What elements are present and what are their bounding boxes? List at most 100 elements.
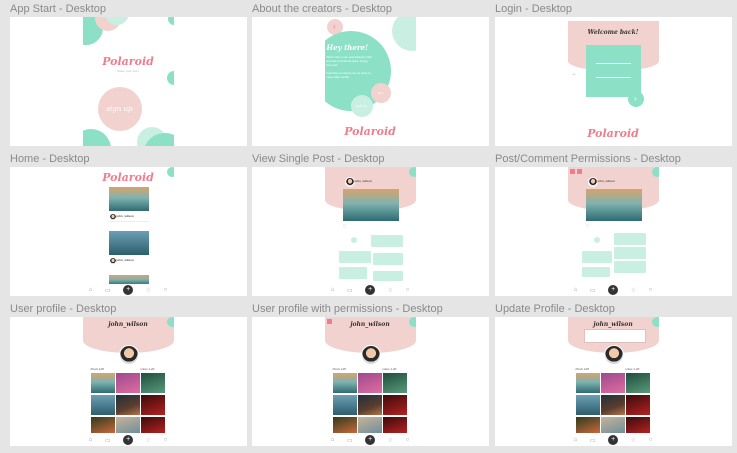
grid-photo[interactable]: [332, 395, 357, 415]
grid-photo[interactable]: [575, 395, 600, 415]
edit-icon[interactable]: [569, 169, 575, 174]
bell-icon[interactable]: ♢: [631, 437, 636, 444]
home-icon[interactable]: ⌂: [331, 287, 335, 293]
creator-badge[interactable]: Tam: [370, 83, 391, 103]
chat-icon[interactable]: ▭: [590, 287, 596, 294]
home-icon[interactable]: ⌂: [89, 287, 93, 293]
grid-photo[interactable]: [357, 395, 382, 415]
user-icon[interactable]: ○: [164, 437, 168, 443]
home-icon[interactable]: ⌂: [331, 437, 335, 443]
frame-label-update-profile[interactable]: Update Profile - Desktop: [495, 303, 615, 315]
grid-photo[interactable]: [382, 417, 407, 433]
bell-icon[interactable]: ♢: [388, 437, 393, 444]
grid-photo[interactable]: [332, 417, 357, 433]
add-post-button[interactable]: +: [123, 435, 134, 445]
post-author[interactable]: john_wilson: [355, 179, 372, 183]
bell-icon[interactable]: ♢: [388, 287, 393, 294]
grid-photo[interactable]: [625, 373, 650, 393]
grid-photo[interactable]: [357, 417, 382, 433]
grid-photo[interactable]: [332, 373, 357, 393]
bell-icon[interactable]: ♢: [146, 437, 151, 444]
post-image[interactable]: [585, 189, 642, 221]
frame-label-single-post[interactable]: View Single Post - Desktop: [252, 153, 384, 165]
creator-badge[interactable]: Anthony: [350, 95, 373, 117]
chat-icon[interactable]: ▭: [105, 287, 111, 294]
add-post-button[interactable]: +: [365, 435, 376, 445]
delete-icon[interactable]: [576, 169, 582, 174]
frame-label-permissions[interactable]: Post/Comment Permissions - Desktop: [495, 153, 681, 165]
grid-photo[interactable]: [140, 373, 165, 393]
home-icon[interactable]: ⌂: [574, 437, 578, 443]
grid-photo[interactable]: [575, 373, 600, 393]
frame-label-about[interactable]: About the creators - Desktop: [252, 3, 392, 15]
frame-single-post[interactable]: john_wilson ♡ ⌂ ▭ + ♢ ○: [252, 167, 489, 296]
grid-photo[interactable]: [115, 417, 140, 433]
grid-photo[interactable]: [115, 373, 140, 393]
password-field[interactable]: [595, 77, 631, 78]
add-post-button[interactable]: +: [608, 285, 619, 295]
grid-photo[interactable]: [575, 417, 600, 433]
home-icon[interactable]: ⌂: [89, 437, 93, 443]
add-post-button[interactable]: +: [123, 285, 134, 295]
sign-up-button[interactable]: sign up: [97, 87, 142, 131]
submit-arrow-button[interactable]: ›: [627, 91, 644, 107]
grid-photo[interactable]: [382, 373, 407, 393]
add-post-button[interactable]: +: [365, 285, 376, 295]
frame-label-login[interactable]: Login - Desktop: [495, 3, 572, 15]
avatar[interactable]: [587, 177, 598, 187]
frame-app-start[interactable]: Polaroid Share your story sign up: [10, 17, 247, 146]
user-icon[interactable]: ○: [649, 437, 653, 443]
frame-label-app-start[interactable]: App Start - Desktop: [10, 3, 106, 15]
frame-about[interactable]: ‹ Hey there! We're Tam Loan and Anthony …: [252, 17, 489, 146]
bio-input[interactable]: [583, 329, 646, 343]
post-image[interactable]: [342, 189, 399, 221]
heart-icon[interactable]: ♡: [343, 224, 347, 230]
post-author[interactable]: john_wilson: [598, 179, 615, 183]
frame-login[interactable]: Welcome back! ← › Polaroid: [495, 17, 732, 146]
chat-icon[interactable]: ▭: [105, 437, 111, 444]
frame-user-profile[interactable]: john_wilson Posts 128 Likes 1.2K ⌂ ▭ + ♢…: [10, 317, 247, 446]
grid-photo[interactable]: [625, 417, 650, 433]
grid-photo[interactable]: [90, 417, 115, 433]
post-author[interactable]: john_wilson: [117, 258, 134, 262]
profile-avatar[interactable]: [603, 345, 624, 365]
grid-photo[interactable]: [357, 373, 382, 393]
avatar[interactable]: [108, 257, 117, 265]
bell-icon[interactable]: ♢: [631, 287, 636, 294]
grid-photo[interactable]: [600, 395, 625, 415]
user-icon[interactable]: ○: [649, 287, 653, 293]
user-icon[interactable]: ○: [406, 287, 410, 293]
frame-permissions[interactable]: john_wilson ♡ ⌂ ▭ + ♢ ○: [495, 167, 732, 296]
post-author[interactable]: john_wilson: [117, 214, 134, 218]
user-icon[interactable]: ○: [164, 287, 168, 293]
post-image[interactable]: [108, 187, 149, 211]
profile-avatar[interactable]: [118, 345, 139, 365]
user-icon[interactable]: ○: [406, 437, 410, 443]
chat-icon[interactable]: ▭: [347, 437, 353, 444]
frame-update-profile[interactable]: john_wilson Posts 128 Likes 1.2K ⌂ ▭ + ♢…: [495, 317, 732, 446]
username-field[interactable]: [595, 63, 631, 64]
post-image[interactable]: [108, 231, 149, 255]
chat-icon[interactable]: ▭: [590, 437, 596, 444]
grid-photo[interactable]: [625, 395, 650, 415]
grid-photo[interactable]: [382, 395, 407, 415]
home-icon[interactable]: ⌂: [574, 287, 578, 293]
grid-photo[interactable]: [600, 417, 625, 433]
frame-label-user-profile[interactable]: User profile - Desktop: [10, 303, 116, 315]
grid-photo[interactable]: [115, 395, 140, 415]
grid-photo[interactable]: [90, 395, 115, 415]
chat-icon[interactable]: ▭: [347, 287, 353, 294]
bell-icon[interactable]: ♢: [146, 287, 151, 294]
heart-icon[interactable]: ♡: [586, 224, 590, 230]
profile-avatar[interactable]: [360, 345, 381, 365]
frame-user-profile-permissions[interactable]: john_wilson Posts 128 Likes 1.2K ⌂ ▭ + ♢…: [252, 317, 489, 446]
grid-photo[interactable]: [90, 373, 115, 393]
back-arrow-icon[interactable]: ←: [572, 71, 578, 77]
avatar[interactable]: [108, 213, 117, 221]
avatar[interactable]: [344, 177, 355, 187]
grid-photo[interactable]: [140, 395, 165, 415]
grid-photo[interactable]: [600, 373, 625, 393]
add-post-button[interactable]: +: [608, 435, 619, 445]
frame-label-home[interactable]: Home - Desktop: [10, 153, 89, 165]
frame-label-user-profile-permissions[interactable]: User profile with permissions - Desktop: [252, 303, 443, 315]
